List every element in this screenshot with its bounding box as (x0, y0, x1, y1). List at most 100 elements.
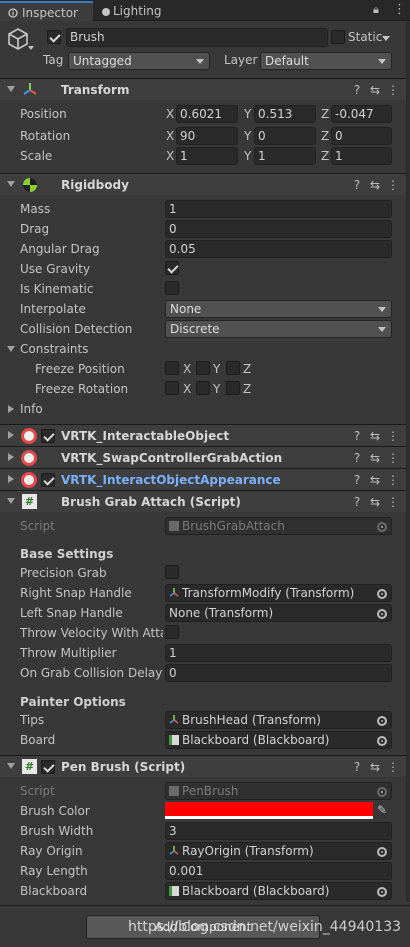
ray-origin-field[interactable]: RayOrigin (Transform) (165, 842, 392, 860)
icon-dropdown-arrow[interactable] (28, 46, 34, 50)
rotation-z-field[interactable]: 0 (331, 127, 392, 145)
is-kinematic-checkbox[interactable] (165, 281, 179, 295)
throw-multiplier-field[interactable]: 1 (165, 644, 392, 662)
more-icon[interactable]: ⋮ (386, 428, 400, 444)
info-row[interactable]: Info (0, 399, 410, 419)
object-name-field[interactable]: Brush (66, 28, 328, 47)
enable-checkbox[interactable] (41, 760, 55, 774)
freeze-rotation-y-checkbox[interactable] (196, 381, 210, 395)
freeze-rotation-z-checkbox[interactable] (226, 381, 240, 395)
lock-icon[interactable]: 🔒︎ (373, 3, 379, 17)
fold-arrow-icon[interactable] (8, 475, 14, 483)
freeze-position-y-checkbox[interactable] (196, 361, 210, 375)
brush-color-swatch[interactable] (165, 802, 373, 819)
enable-checkbox[interactable] (41, 429, 55, 443)
tips-field[interactable]: BrushHead (Transform) (165, 711, 392, 729)
freeze-rotation-x-checkbox[interactable] (165, 381, 179, 395)
ray-length-field[interactable]: 0.001 (165, 862, 392, 880)
eyedropper-icon[interactable]: ✎ (377, 803, 387, 817)
throw-velocity-checkbox[interactable] (165, 625, 179, 639)
fold-arrow-icon[interactable] (7, 181, 15, 187)
constraints-row[interactable]: Constraints (0, 339, 410, 359)
transform-header[interactable]: Transform ? ⇆ ⋮ (0, 78, 410, 100)
interpolate-dropdown[interactable]: None (165, 300, 392, 318)
fold-arrow-icon[interactable] (7, 763, 15, 769)
mass-field[interactable]: 1 (165, 200, 392, 218)
object-picker-icon[interactable] (377, 736, 387, 746)
fold-arrow-icon[interactable] (8, 453, 14, 461)
object-picker-icon[interactable] (377, 609, 387, 619)
help-icon[interactable]: ? (350, 177, 364, 193)
scale-z-field[interactable]: 1 (331, 147, 392, 165)
vrtk-appearance-header[interactable]: VRTK_InteractObjectAppearance ? ⇆ ⋮ (0, 468, 410, 490)
collision-detection-dropdown[interactable]: Discrete (165, 320, 392, 338)
precision-grab-checkbox[interactable] (165, 565, 179, 579)
position-x-field[interactable]: 0.6021 (176, 105, 238, 123)
rotation-x-field[interactable]: 90 (176, 127, 238, 145)
active-checkbox[interactable] (47, 30, 61, 44)
tab-inspector[interactable]: Inspector (0, 1, 93, 21)
more-icon[interactable]: ⋮ (386, 759, 400, 775)
presets-icon[interactable]: ⇆ (368, 82, 382, 98)
fold-arrow-icon[interactable] (8, 405, 14, 413)
vrtk-interactable-header[interactable]: VRTK_InteractableObject ? ⇆ ⋮ (0, 424, 410, 446)
left-snap-field[interactable]: None (Transform) (165, 604, 392, 622)
help-icon[interactable]: ? (350, 759, 364, 775)
presets-icon[interactable]: ⇆ (368, 472, 382, 488)
help-icon[interactable]: ? (350, 472, 364, 488)
fold-arrow-icon[interactable] (7, 86, 15, 92)
object-picker-icon[interactable] (377, 887, 387, 897)
more-icon[interactable]: ⋮ (386, 82, 400, 98)
tag-dropdown[interactable]: Untagged (68, 52, 210, 70)
position-z-field[interactable]: -0.047 (331, 105, 392, 123)
help-icon[interactable]: ? (350, 494, 364, 510)
more-icon[interactable]: ⋮ (386, 450, 400, 466)
board-field[interactable]: Blackboard (Blackboard) (165, 731, 392, 749)
collision-delay-row: On Grab Collision Delay 0 (0, 663, 410, 683)
tab-lighting[interactable]: Lighting (96, 1, 176, 21)
rigidbody-header[interactable]: Rigidbody ? ⇆ ⋮ (0, 173, 410, 195)
position-y-field[interactable]: 0.513 (254, 105, 316, 123)
static-dropdown-arrow[interactable] (382, 36, 390, 41)
script-label: Script (20, 519, 55, 533)
freeze-position-z-checkbox[interactable] (226, 361, 240, 375)
fold-arrow-icon[interactable] (7, 346, 15, 352)
brush-grab-attach-header[interactable]: # Brush Grab Attach (Script) ? ⇆ ⋮ (0, 490, 410, 512)
right-snap-field[interactable]: TransformModify (Transform) (165, 584, 392, 602)
collision-delay-field[interactable]: 0 (165, 664, 392, 682)
scale-x-field[interactable]: 1 (176, 147, 238, 165)
object-picker-icon[interactable] (377, 716, 387, 726)
static-checkbox[interactable] (331, 30, 345, 44)
presets-icon[interactable]: ⇆ (368, 428, 382, 444)
use-gravity-checkbox[interactable] (165, 261, 179, 275)
presets-icon[interactable]: ⇆ (368, 759, 382, 775)
enable-checkbox[interactable] (41, 473, 55, 487)
object-picker-icon[interactable] (377, 589, 387, 599)
blackboard-field[interactable]: Blackboard (Blackboard) (165, 882, 392, 900)
rotation-y-field[interactable]: 0 (254, 127, 316, 145)
scale-y-field[interactable]: 1 (254, 147, 316, 165)
more-icon[interactable]: ⋮ (393, 2, 406, 17)
fold-arrow-icon[interactable] (8, 431, 14, 439)
lightbulb-icon (102, 8, 110, 16)
help-icon[interactable]: ? (350, 428, 364, 444)
more-icon[interactable]: ⋮ (386, 494, 400, 510)
layer-dropdown[interactable]: Default (260, 52, 392, 70)
more-icon[interactable]: ⋮ (386, 472, 400, 488)
angular-drag-field[interactable]: 0.05 (165, 240, 392, 258)
freeze-position-x-checkbox[interactable] (165, 361, 179, 375)
presets-icon[interactable]: ⇆ (368, 177, 382, 193)
help-icon[interactable]: ? (350, 450, 364, 466)
fold-arrow-icon[interactable] (7, 498, 15, 504)
section-base-settings: Base Settings (20, 547, 114, 561)
scrollbar[interactable] (406, 22, 410, 902)
drag-field[interactable]: 0 (165, 220, 392, 238)
vrtk-swap-header[interactable]: VRTK_SwapControllerGrabAction ? ⇆ ⋮ (0, 446, 410, 468)
presets-icon[interactable]: ⇆ (368, 494, 382, 510)
help-icon[interactable]: ? (350, 82, 364, 98)
more-icon[interactable]: ⋮ (386, 177, 400, 193)
brush-width-field[interactable]: 3 (165, 822, 392, 840)
presets-icon[interactable]: ⇆ (368, 450, 382, 466)
object-picker-icon[interactable] (377, 847, 387, 857)
pen-brush-header[interactable]: # Pen Brush (Script) ? ⇆ ⋮ (0, 755, 410, 777)
